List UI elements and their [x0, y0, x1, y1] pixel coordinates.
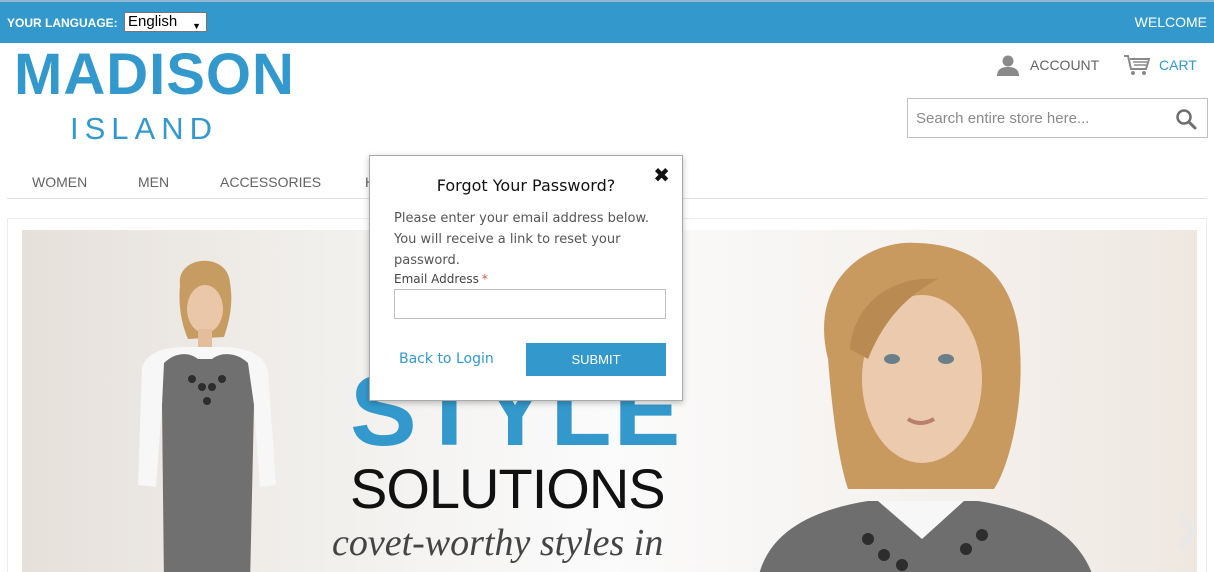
- right-model-image: [759, 242, 1092, 572]
- search-input[interactable]: [908, 99, 1168, 137]
- account-label: ACCOUNT: [1030, 57, 1100, 73]
- hero-subhead: SOLUTIONS: [350, 457, 666, 520]
- hero-tagline: covet-worthy styles in: [332, 522, 664, 564]
- modal-title: Forgot Your Password?: [436, 176, 616, 195]
- left-model-image: [138, 260, 276, 572]
- logo-main-text: MADISON: [14, 42, 295, 107]
- nav-item-men[interactable]: MEN: [138, 174, 169, 190]
- required-marker: *: [481, 272, 488, 286]
- cart-icon: [1124, 55, 1151, 75]
- user-icon: [997, 55, 1019, 76]
- language-select[interactable]: English ▼: [124, 12, 207, 32]
- forgot-password-modal: ✖ Forgot Your Password? Please enter you…: [369, 155, 683, 401]
- language-label: YOUR LANGUAGE:: [7, 16, 118, 30]
- welcome-text: WELCOME: [1134, 14, 1207, 30]
- account-link[interactable]: ACCOUNT: [996, 52, 1099, 78]
- dropdown-caret-icon: ▼: [192, 21, 201, 31]
- cart-label: CART: [1159, 57, 1197, 73]
- modal-description: Please enter your email address below. Y…: [394, 211, 650, 268]
- email-label-text: Email Address: [394, 272, 479, 286]
- nav-item-accessories[interactable]: ACCESSORIES: [220, 174, 321, 190]
- email-label: Email Address *: [394, 272, 488, 286]
- nav-item-women[interactable]: WOMEN: [32, 174, 87, 190]
- top-bar: YOUR LANGUAGE: English ▼ WELCOME: [0, 0, 1214, 43]
- email-field[interactable]: [394, 289, 666, 319]
- language-select-value: English: [128, 13, 178, 30]
- cart-link[interactable]: CART: [1123, 52, 1197, 78]
- back-to-login-link[interactable]: Back to Login: [399, 351, 494, 367]
- search-icon[interactable]: [1175, 108, 1197, 130]
- search-box: [907, 98, 1208, 138]
- submit-button[interactable]: SUBMIT: [526, 343, 666, 376]
- logo-sub-text: ISLAND: [70, 111, 218, 146]
- chevron-right-icon[interactable]: ❯: [1172, 509, 1201, 549]
